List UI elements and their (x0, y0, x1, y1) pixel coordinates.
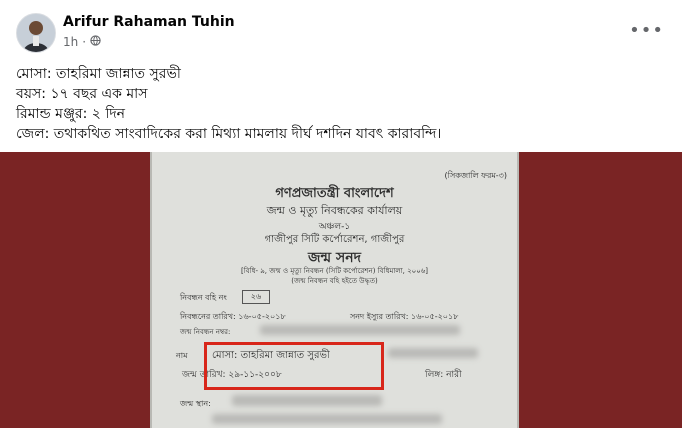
dot-separator: · (82, 35, 87, 49)
post-photo[interactable]: (সিকজালি ফরম-৩) গণপ্রজাতন্ত্রী বাংলাদেশ … (0, 152, 682, 428)
author-avatar[interactable] (16, 13, 56, 53)
name-label: নাম (176, 351, 188, 360)
gender: লিঙ্গ: নারী (425, 370, 462, 380)
post-text: মোসা: তাহরিমা জান্নাত সুরভী বয়স: ১৭ বছর… (16, 64, 441, 144)
registration-date: নিবন্ধনের তারিখ: ১৬-০৫-২০১৮ (180, 312, 286, 321)
author-name[interactable]: Arifur Rahaman Tuhin (63, 14, 235, 30)
blurred-number (260, 325, 460, 335)
post-line: বয়স: ১৭ বছর এক মাস (16, 86, 148, 102)
post-line: মোসা: তাহরিমা জান্নাত সুরভী (16, 66, 181, 82)
post-line: রিমান্ড মঞ্জুর: ২ দিন (16, 106, 126, 122)
blurred-birthplace (232, 395, 382, 406)
form-number: (সিকজালি ফরম-৩) (444, 171, 507, 180)
issue-date: সনদ ইস্যুর তারিখ: ১৬-০৫-২০১৮ (350, 312, 459, 321)
birthplace-label: জন্ম স্থান: (180, 399, 211, 408)
post-meta: 1h · (63, 35, 101, 49)
post-time[interactable]: 1h (63, 35, 78, 49)
facebook-post: Arifur Rahaman Tuhin 1h · ••• মোসা: তাহর… (0, 0, 682, 428)
registration-number-label: জন্ম নিবন্ধন নম্বর: (180, 328, 231, 336)
post-line: জেল: তথাকথিত সাংবাদিকের করা মিথ্যা মামলা… (16, 126, 442, 142)
birth-certificate: (সিকজালি ফরম-৩) গণপ্রজাতন্ত্রী বাংলাদেশ … (150, 152, 519, 428)
blurred-row (212, 414, 442, 424)
book-number: ২৬ (242, 290, 270, 304)
blurred-field (388, 348, 478, 358)
cert-rule-sub: (জন্ম নিবন্ধন বহি হইতে উদ্ধৃত) (291, 277, 378, 285)
globe-icon[interactable] (90, 35, 101, 49)
highlight-box (204, 342, 384, 390)
book-label: নিবন্ধন বহি নং (180, 293, 227, 302)
more-options-icon[interactable]: ••• (629, 20, 664, 41)
